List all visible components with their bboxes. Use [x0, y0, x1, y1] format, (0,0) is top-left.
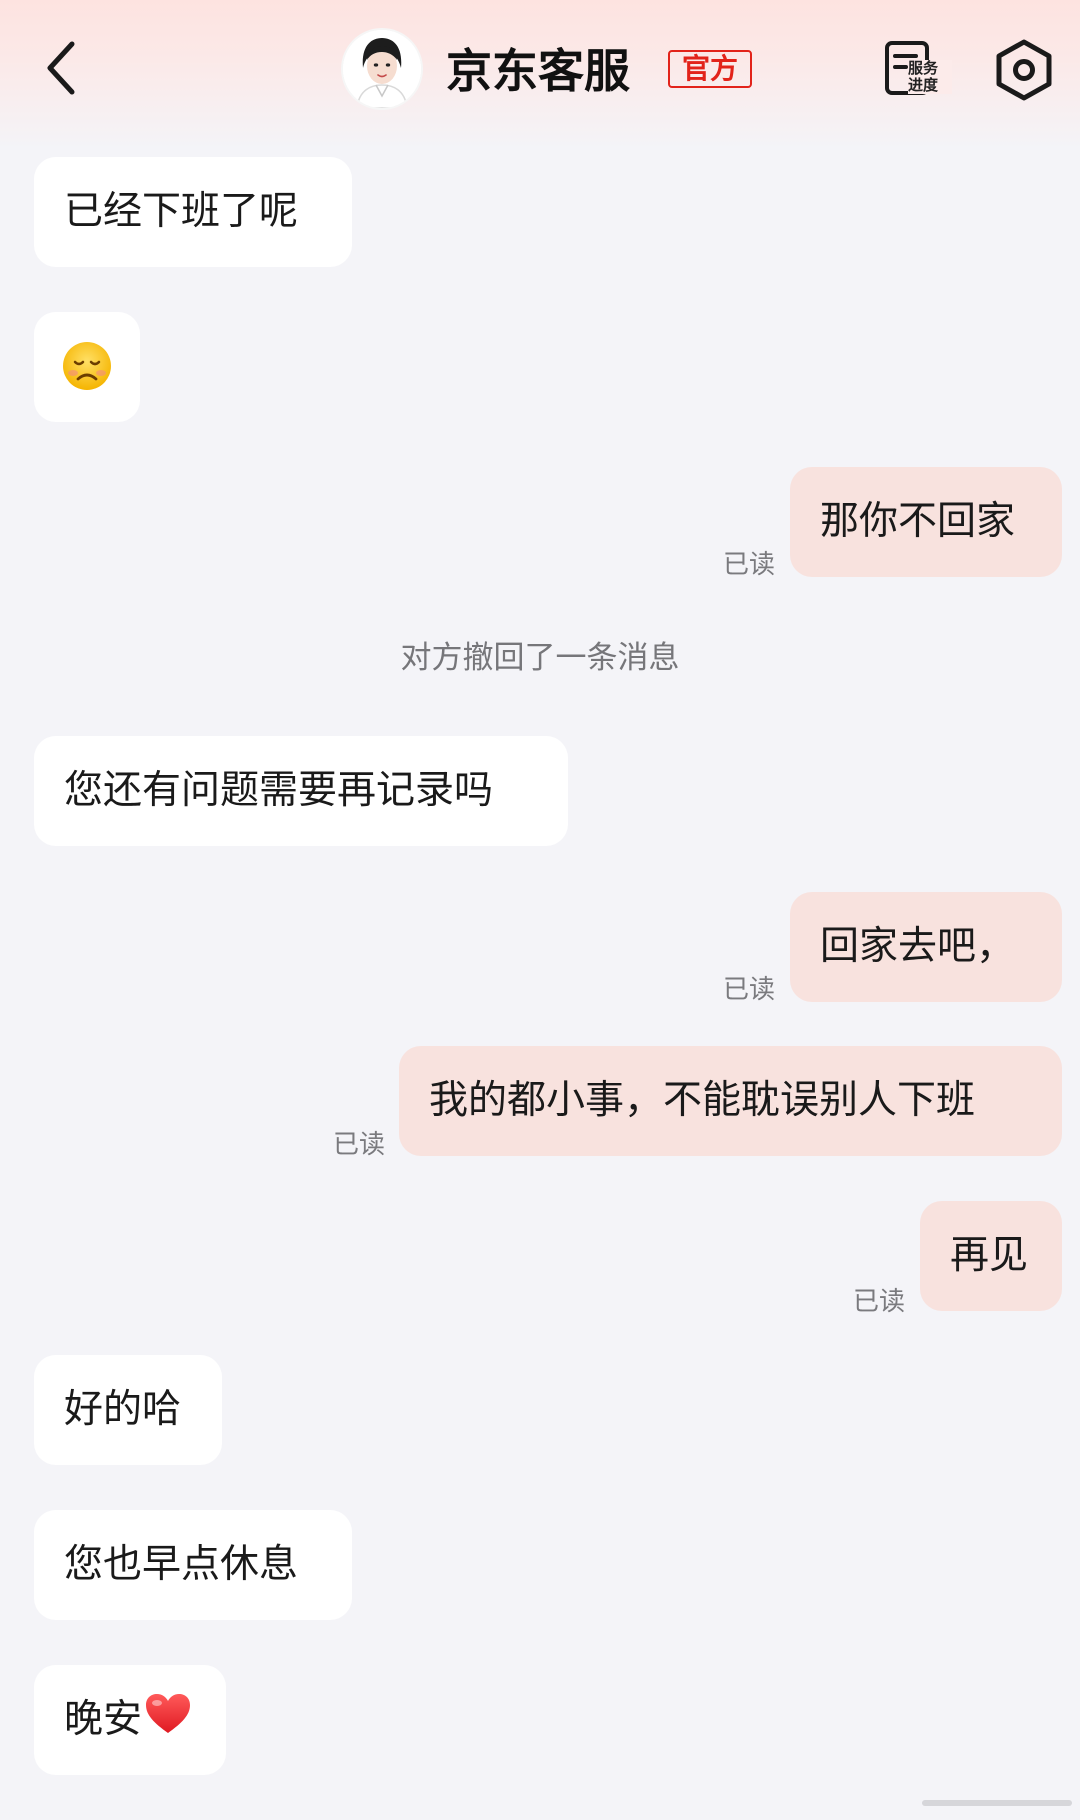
message-bubble-incoming[interactable]: 好的哈 [34, 1355, 222, 1465]
red-heart-icon [146, 1693, 191, 1733]
message-bubble-outgoing[interactable]: 那你不回家 [790, 467, 1062, 577]
message-bubble-incoming[interactable]: 晚安 [34, 1665, 226, 1775]
read-status: 已读 [853, 1287, 906, 1317]
message-bubble-outgoing[interactable]: 再见 [920, 1201, 1062, 1311]
agent-avatar-icon [343, 30, 421, 108]
message-bubble-incoming[interactable]: 您也早点休息 [34, 1510, 352, 1620]
message-text: 您还有问题需要再记录吗 [64, 768, 494, 813]
message-text: 您也早点休息 [64, 1542, 299, 1587]
official-badge: 官方 [668, 50, 752, 88]
message-text: 回家去吧， [820, 924, 1016, 969]
back-button[interactable] [42, 38, 82, 98]
recall-notice: 对方撤回了一条消息 [400, 640, 680, 676]
message-text: 我的都小事，不能耽误别人下班 [429, 1078, 976, 1123]
service-progress-button[interactable]: 服务 进度 [880, 36, 952, 102]
service-progress-label: 服务 进度 [908, 60, 952, 94]
message-bubble-incoming[interactable]: 已经下班了呢 [34, 157, 352, 267]
read-status: 已读 [723, 975, 776, 1005]
sad-face-icon [63, 342, 111, 390]
message-text: 晚安 [64, 1697, 143, 1742]
chat-title: 京东客服 [446, 44, 630, 98]
service-label-line1: 服务 [908, 59, 939, 77]
read-status: 已读 [333, 1130, 386, 1160]
message-text: 好的哈 [64, 1387, 182, 1432]
settings-button[interactable] [994, 38, 1054, 102]
chat-header: 京东客服 官方 服务 进度 [0, 0, 1080, 150]
avatar[interactable] [343, 30, 421, 108]
message-bubble-incoming[interactable]: 您还有问题需要再记录吗 [34, 736, 568, 846]
message-bubble-outgoing[interactable]: 我的都小事，不能耽误别人下班 [399, 1046, 1062, 1156]
message-bubble-outgoing[interactable]: 回家去吧， [790, 892, 1062, 1002]
read-status: 已读 [723, 550, 776, 580]
chevron-left-icon [47, 41, 75, 95]
settings-hexagon-icon [996, 39, 1052, 101]
message-text: 已经下班了呢 [64, 189, 299, 234]
service-label-line2: 进度 [908, 76, 939, 94]
home-indicator-icon [922, 1800, 1072, 1806]
message-text: 再见 [950, 1233, 1029, 1278]
message-text: 那你不回家 [820, 499, 1016, 544]
